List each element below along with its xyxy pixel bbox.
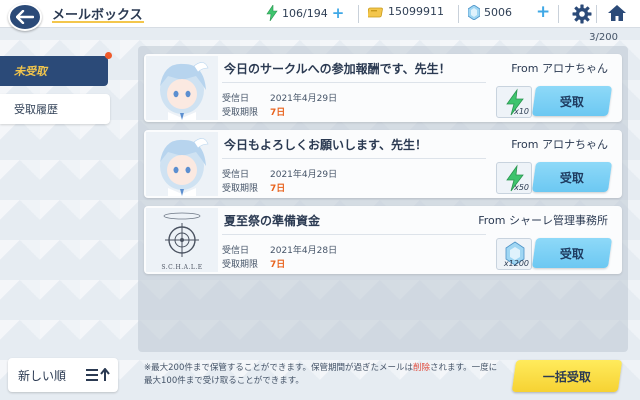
deadline-row: 受取期限 7日 xyxy=(222,257,285,270)
mail-sender: From アロナちゃん xyxy=(511,138,608,151)
received-date-value: 2021年4月28日 xyxy=(270,246,338,256)
receive-button-label: 受取 xyxy=(559,246,584,261)
receive-all-button[interactable]: 一括受取 xyxy=(511,360,623,392)
mail-item: 今日のサークルへの参加報酬です、先生！ From アロナちゃん 受信日 2021… xyxy=(144,54,622,122)
receive-button-label: 受取 xyxy=(559,94,584,109)
received-date-value: 2021年4月29日 xyxy=(270,94,338,104)
credit-icon xyxy=(368,7,383,17)
reward-item[interactable]: x1200 xyxy=(496,238,532,270)
sort-dropdown[interactable]: 新しい順 xyxy=(8,358,118,392)
divider xyxy=(222,234,486,235)
reward-quantity: x50 xyxy=(514,183,529,192)
deadline-label: 受取期限 xyxy=(222,108,259,118)
reward-quantity: x10 xyxy=(514,107,529,116)
reward-item[interactable]: x10 xyxy=(496,86,532,118)
add-gem-button[interactable]: + xyxy=(536,2,550,22)
notification-dot xyxy=(105,52,112,59)
notice-highlight: 削除 xyxy=(413,363,431,373)
received-date-label: 受信日 xyxy=(222,94,250,104)
mail-subject: 夏至祭の準備資金 xyxy=(224,214,321,228)
sender-avatar xyxy=(146,132,218,196)
home-icon xyxy=(608,5,626,21)
sender-avatar xyxy=(146,56,218,120)
gem-counter: 5006 xyxy=(468,5,512,20)
receive-button[interactable]: 受取 xyxy=(531,162,613,192)
reward-quantity: x1200 xyxy=(503,259,529,268)
divider xyxy=(358,5,359,23)
receive-button-label: 受取 xyxy=(559,170,584,185)
received-date-label: 受信日 xyxy=(222,170,250,180)
notice-text: ※最大200件まで保管することができます。保管期間が過ぎたメールは xyxy=(144,363,413,373)
mail-subject: 今日のサークルへの参加報酬です、先生！ xyxy=(224,62,451,76)
gear-icon xyxy=(572,4,592,24)
mail-item: 今日もよろしくお願いします、先生！ From アロナちゃん 受信日 2021年4… xyxy=(144,130,622,198)
mail-subject: 今日もよろしくお願いします、先生！ xyxy=(224,138,428,152)
ap-energy-icon xyxy=(266,5,278,21)
ap-counter: 106/194 + xyxy=(266,5,344,21)
credit-value: 15099911 xyxy=(388,5,444,18)
receive-button[interactable]: 受取 xyxy=(531,86,613,116)
sort-label: 新しい順 xyxy=(18,368,67,383)
reward-item[interactable]: x50 xyxy=(496,162,532,194)
deadline-value: 7日 xyxy=(270,260,286,270)
deadline-row: 受取期限 7日 xyxy=(222,105,285,118)
title-underline xyxy=(52,21,144,23)
credit-counter: 15099911 xyxy=(368,5,444,18)
arrow-left-icon xyxy=(16,10,34,24)
received-date-value: 2021年4月29日 xyxy=(270,170,338,180)
divider xyxy=(596,5,597,23)
mail-sender: From アロナちゃん xyxy=(511,62,608,75)
add-ap-button[interactable]: + xyxy=(332,5,345,21)
mail-count: 3/200 xyxy=(589,32,618,43)
deadline-label: 受取期限 xyxy=(222,260,259,270)
ap-value: 106/194 xyxy=(282,6,328,20)
received-date-row: 受信日 2021年4月29日 xyxy=(222,91,337,104)
receive-button[interactable]: 受取 xyxy=(531,238,613,268)
home-button[interactable] xyxy=(607,3,627,27)
received-date-row: 受信日 2021年4月28日 xyxy=(222,243,337,256)
received-date-label: 受信日 xyxy=(222,246,250,256)
mail-item: S.C.H.A.L.E 夏至祭の準備資金 From シャーレ管理事務所 受信日 … xyxy=(144,206,622,274)
tab-unreceived[interactable]: 未受取 xyxy=(0,56,108,86)
gem-icon xyxy=(468,5,480,20)
back-button[interactable] xyxy=(8,3,42,31)
divider xyxy=(458,5,459,23)
gem-value: 5006 xyxy=(484,6,512,19)
deadline-value: 7日 xyxy=(270,184,286,194)
receive-all-label: 一括受取 xyxy=(542,369,591,384)
deadline-label: 受取期限 xyxy=(222,184,259,194)
storage-notice: ※最大200件まで保管することができます。保管期間が過ぎたメールは削除されます。… xyxy=(144,362,504,388)
mail-sender: From シャーレ管理事務所 xyxy=(478,214,608,227)
received-date-row: 受信日 2021年4月29日 xyxy=(222,167,337,180)
sort-order-icon[interactable] xyxy=(86,368,110,382)
deadline-row: 受取期限 7日 xyxy=(222,181,285,194)
svg-text:S.C.H.A.L.E: S.C.H.A.L.E xyxy=(161,264,202,271)
deadline-value: 7日 xyxy=(270,108,286,118)
divider xyxy=(222,158,486,159)
divider xyxy=(558,5,559,23)
divider xyxy=(222,82,486,83)
sender-logo: S.C.H.A.L.E xyxy=(146,208,218,272)
settings-button[interactable] xyxy=(572,4,592,28)
tab-history[interactable]: 受取履歴 xyxy=(0,94,110,124)
